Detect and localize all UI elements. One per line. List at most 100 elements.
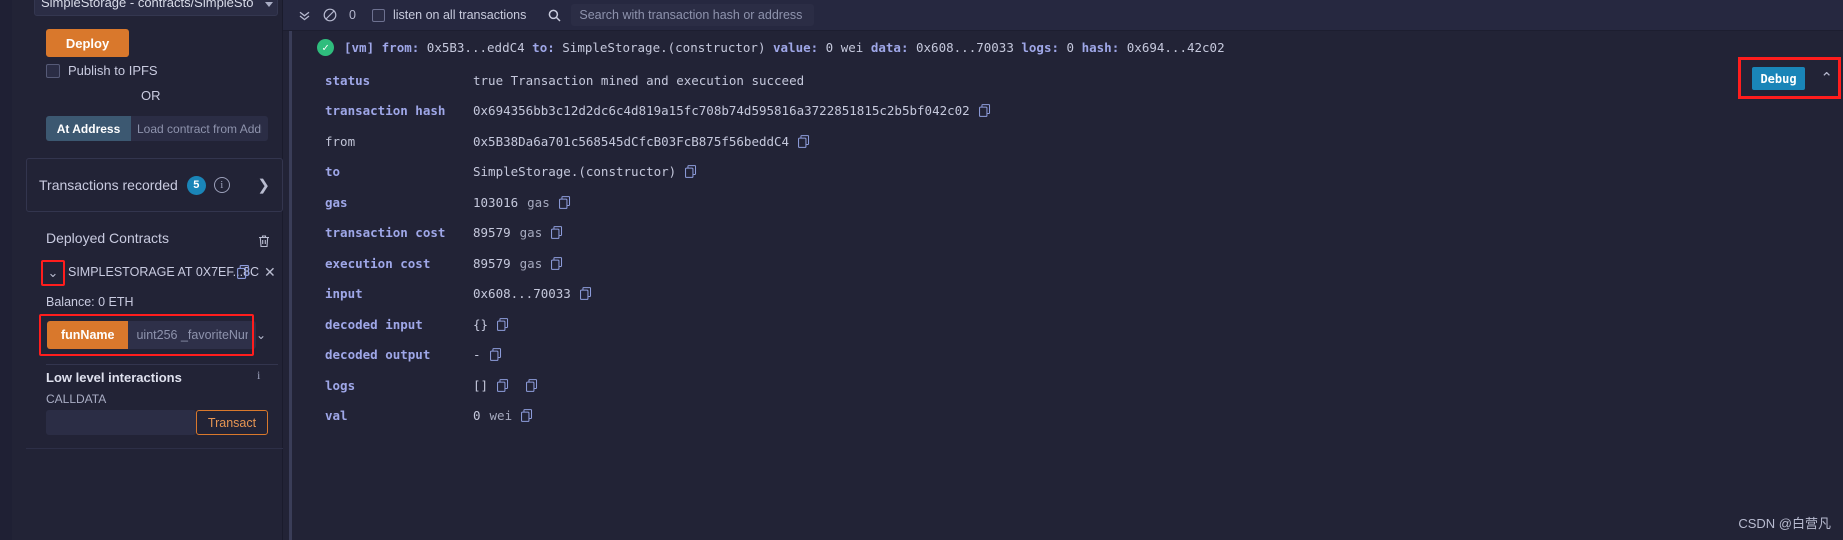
detail-value-unit: gas [519, 255, 543, 271]
transaction-detail-row: transaction hash 0x694356bb3c12d2dc6c4d81… [283, 96, 1843, 127]
at-address-input[interactable] [131, 116, 268, 141]
chevron-down-icon [265, 2, 273, 7]
copy-icon[interactable] [497, 378, 509, 392]
copy-icon[interactable] [558, 195, 571, 209]
transaction-detail-row: execution cost 89579 gas [283, 248, 1843, 279]
detail-value: 0x5B38Da6a701c568545dCfcB03FcB875f56bedd… [473, 134, 810, 149]
transaction-detail-row: logs [] [283, 370, 1843, 401]
transact-button[interactable]: Transact [196, 410, 268, 435]
instance-expand-toggle[interactable]: ⌄ [42, 262, 64, 284]
detail-value-text: 0x5B38Da6a701c568545dCfcB03FcB875f56bedd… [473, 133, 790, 149]
copy-icon[interactable] [978, 104, 991, 118]
calldata-input[interactable] [46, 410, 196, 435]
copy-icon[interactable] [551, 226, 563, 240]
transaction-detail-row: input 0x608...70033 [283, 279, 1843, 310]
header-value: 0x608...70033 [908, 40, 1014, 55]
low-level-info-icon[interactable]: i [257, 368, 260, 383]
detail-label: to [325, 164, 341, 180]
detail-value: 89579 gas [473, 225, 563, 240]
detail-value-text: - [473, 347, 481, 363]
left-icon-rail [0, 0, 12, 540]
detail-label: decoded input [325, 316, 423, 332]
transaction-detail-row: decoded output - [283, 340, 1843, 371]
copy-icon[interactable] [489, 348, 502, 362]
header-key: data: [870, 40, 909, 55]
header-key: value: [773, 40, 819, 55]
contract-function-row: funName [47, 321, 257, 349]
pending-transactions-count: 0 [349, 8, 356, 22]
copy-icon[interactable] [497, 317, 509, 331]
header-value: 0 wei [818, 40, 864, 55]
funname-argument-input[interactable] [128, 321, 257, 349]
copy-icon[interactable] [579, 287, 592, 301]
transaction-detail-row: val 0 wei [283, 401, 1843, 432]
copy-icon[interactable] [685, 165, 697, 179]
function-expand-caret-icon[interactable]: ⌄ [256, 328, 266, 342]
detail-label: input [325, 286, 363, 302]
remove-instance-icon[interactable]: ✕ [264, 264, 276, 281]
detail-value: SimpleStorage.(constructor) [473, 164, 697, 179]
contract-select-value: SimpleStorage - contracts/SimpleSto [41, 0, 254, 10]
detail-label: logs [325, 377, 356, 393]
low-level-interactions-label: Low level interactions [46, 370, 182, 385]
remix-ide-window: SimpleStorage - contracts/SimpleSto Depl… [0, 0, 1843, 540]
header-key: hash: [1081, 40, 1120, 55]
copy-icon-secondary[interactable] [526, 378, 538, 392]
detail-label: from [325, 133, 356, 149]
contract-select[interactable]: SimpleStorage - contracts/SimpleSto [34, 0, 278, 16]
at-address-button[interactable]: At Address [46, 116, 131, 141]
transaction-detail-row: decoded input {} [283, 309, 1843, 340]
copy-icon[interactable] [798, 134, 810, 148]
detail-label: gas [325, 194, 348, 210]
divider [46, 364, 278, 365]
chevron-right-icon[interactable]: ❯ [257, 176, 270, 194]
copy-icon[interactable] [551, 256, 563, 270]
detail-value: 0x608...70033 [473, 286, 592, 301]
publish-ipfs-checkbox[interactable] [46, 63, 60, 78]
copy-address-icon[interactable] [237, 265, 250, 279]
detail-value-text: 0x608...70033 [473, 286, 571, 302]
detail-value-text: 103016 [473, 194, 519, 210]
transaction-detail-rows: status true Transaction mined and executi… [283, 65, 1843, 431]
transaction-detail-row: status true Transaction mined and executi… [283, 65, 1843, 96]
collapse-all-icon[interactable] [291, 2, 317, 28]
detail-value-unit: wei [489, 408, 513, 424]
detail-value: 89579 gas [473, 256, 563, 271]
detail-value-text: true Transaction mined and execution suc… [473, 72, 805, 88]
transaction-detail-row: from 0x5B38Da6a701c568545dCfcB03FcB875f56… [283, 126, 1843, 157]
info-icon[interactable]: i [213, 177, 230, 193]
detail-value: true Transaction mined and execution suc… [473, 73, 804, 88]
listen-all-transactions-checkbox[interactable] [371, 8, 385, 22]
watermark-text: CSDN @白营凡 [1738, 516, 1831, 531]
deploy-button[interactable]: Deploy [46, 29, 129, 57]
detail-label: execution cost [325, 255, 431, 271]
clear-console-icon[interactable] [317, 2, 343, 28]
copy-icon[interactable] [521, 409, 533, 423]
header-value: 0 [1059, 40, 1075, 55]
transactions-recorded-label: Transactions recorded [39, 177, 178, 193]
chevron-up-icon[interactable]: ⌃ [1820, 69, 1833, 87]
transaction-detail-row: gas 103016 gas [283, 187, 1843, 218]
detail-value-unit: gas [519, 225, 543, 241]
header-key: logs: [1021, 40, 1060, 55]
detail-value-unit: gas [527, 194, 550, 210]
publish-ipfs-label: Publish to IPFS [68, 63, 158, 78]
terminal-toolbar: 0 listen on all transactions [283, 0, 1843, 31]
header-value: 0x694...42c02 [1119, 40, 1225, 55]
deploy-run-sidepanel: SimpleStorage - contracts/SimpleSto Depl… [12, 0, 283, 540]
funname-button[interactable]: funName [47, 321, 129, 349]
debug-button[interactable]: Debug [1752, 67, 1805, 90]
listen-all-transactions-label: listen on all transactions [392, 8, 527, 22]
instance-balance-label: Balance: 0 ETH [46, 295, 134, 309]
transactions-recorded-panel[interactable]: Transactions recorded 5 i ❯ [26, 158, 283, 212]
transaction-header[interactable]: ✓ [vm] from: 0x5B3...eddC4 to: SimpleSto… [317, 39, 1225, 56]
or-separator-label: OR [141, 88, 161, 103]
trash-icon[interactable] [258, 234, 270, 248]
detail-value: 103016 gas [473, 195, 571, 210]
search-input[interactable] [571, 4, 815, 26]
search-icon[interactable] [548, 9, 561, 22]
detail-value: 0 wei [473, 408, 533, 423]
detail-label: transaction hash [325, 103, 446, 119]
success-check-icon: ✓ [317, 39, 334, 56]
detail-label: transaction cost [325, 225, 446, 241]
